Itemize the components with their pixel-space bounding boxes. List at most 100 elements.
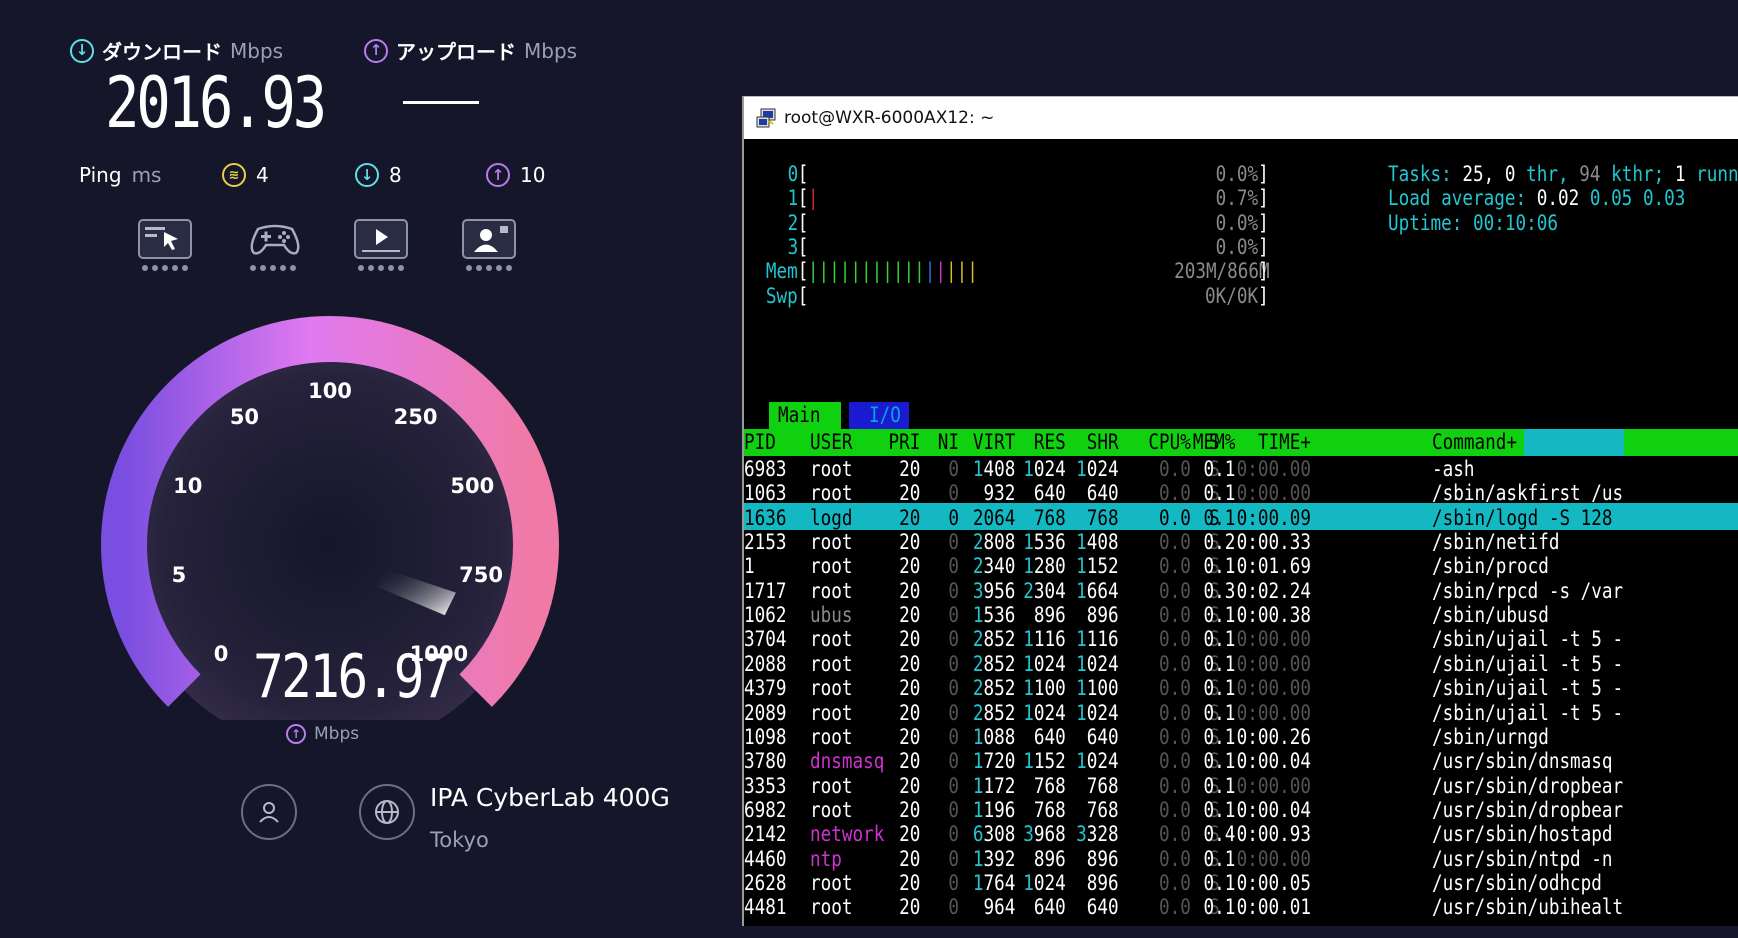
ping-down-value: 8 <box>389 163 402 187</box>
table-row[interactable]: 1063 root 20 0 932 640 640 S 0.0 0.1 0:00.00/sbin/… <box>744 480 1738 507</box>
cell-time: 0:00.00 <box>1236 773 1311 798</box>
web-browsing-icon[interactable] <box>138 219 196 271</box>
ping-up-value: 10 <box>520 163 546 187</box>
cell-cmd: /usr/sbin/ntpd -n <box>1432 846 1613 871</box>
user-button[interactable] <box>241 784 297 840</box>
tab-io[interactable]: I/O <box>869 402 901 429</box>
table-row[interactable]: 1062 ubus 20 0 1536 896 896 S 0.0 0.1 0:00.38/sbin… <box>744 602 1738 629</box>
cell-time: 0:00.04 <box>1236 797 1311 822</box>
uptime: Uptime: 00:10:06 <box>1388 210 1558 237</box>
gauge-speed-value: 7216.97 <box>253 642 453 712</box>
gauge-label: 5 <box>172 563 187 587</box>
download-latency-icon: ↓ <box>355 163 379 187</box>
cell-cmd: /sbin/ujail -t 5 - <box>1432 627 1624 652</box>
table-row[interactable]: 1098 root 20 0 1088 640 640 S 0.0 0.1 0:00.26/sbin… <box>744 724 1738 751</box>
upload-header: ↑ アップロード Mbps <box>364 36 577 65</box>
table-row[interactable]: 3704 root 20 0 2852 1116 1116 S 0.0 0.1 0:00.00/sb… <box>744 626 1738 653</box>
cell-time: 0:00.01 <box>1236 895 1311 920</box>
table-row[interactable]: 4379 root 20 0 2852 1100 1100 S 0.0 0.1 0:00.00/sb… <box>744 675 1738 702</box>
cell-cmd: /sbin/urngd <box>1432 724 1549 749</box>
video-call-icon[interactable] <box>462 219 520 271</box>
table-row[interactable]: 2628 root 20 0 1764 1024 896 S 0.0 0.1 0:00.05/usr… <box>744 870 1738 897</box>
cell-time: 0:02.24 <box>1236 578 1311 603</box>
cell-cmd: /sbin/ubusd <box>1432 603 1549 628</box>
terminal-window[interactable]: root@WXR-6000AX12: ~ 0[0.0%] 1[| 0.7%] 2[0.… <box>742 96 1738 926</box>
upload-arrow-icon: ↑ <box>364 38 388 63</box>
swap-value: 0K/0K <box>1204 284 1259 308</box>
cell-time: 0:00.00 <box>1236 627 1311 652</box>
cell-cmd: /usr/sbin/ubihealt <box>1432 895 1624 920</box>
download-label: ダウンロード <box>102 40 222 64</box>
cell-time: 0:00.33 <box>1236 530 1311 555</box>
cell-cmd: /usr/sbin/dropbear <box>1432 797 1624 822</box>
tab-main[interactable]: Main <box>778 402 820 429</box>
cell-time: 0:00.04 <box>1236 749 1311 774</box>
mem-bars: |||||||||||||||| <box>807 259 978 283</box>
video-icon[interactable] <box>354 219 412 271</box>
gauge-label: 50 <box>230 405 259 429</box>
header-time[interactable]: TIME+ <box>744 429 1311 456</box>
cell-time: 0:00.09 <box>1236 505 1311 530</box>
cell-time: 0:00.00 <box>1236 700 1311 725</box>
table-row[interactable]: 2153 root 20 0 2808 1536 1408 S 0.0 0.2 0:00.33/sb… <box>744 529 1738 556</box>
table-row[interactable]: 2142 network 20 0 6308 3968 3328 S 0.0 0.4 0:00.93… <box>744 821 1738 848</box>
table-row[interactable]: 3780 dnsmasq 20 0 1720 1152 1024 S 0.0 0.1 0:00.04… <box>744 748 1738 775</box>
gauge-upload-icon: ↑ <box>286 724 306 744</box>
server-button[interactable] <box>359 784 415 840</box>
cell-cmd: /sbin/ujail -t 5 - <box>1432 676 1624 701</box>
table-row[interactable]: 1 root 20 0 2340 1280 1152 S 0.0 0.1 0:01.69/sbin/… <box>744 553 1738 580</box>
kthr-label: kthr; <box>1611 162 1665 186</box>
table-row[interactable]: 4481 root 20 0 964 640 640 S 0.0 0.1 0:00.01/usr/s… <box>744 894 1738 921</box>
ping-idle-value: 4 <box>256 163 269 187</box>
cpu-number: 1 <box>787 186 799 210</box>
cpu-percent: 0.0% <box>1215 235 1259 259</box>
header-cmd[interactable]: Command+ <box>1432 429 1517 456</box>
uptime-value: 00:10:06 <box>1472 211 1558 235</box>
ping-row: Ping ms <box>79 163 161 187</box>
load-1: 0.02 <box>1536 186 1580 210</box>
globe-icon <box>375 800 399 824</box>
table-row[interactable]: 2089 root 20 0 2852 1024 1024 S 0.0 0.1 0:00.00/sb… <box>744 700 1738 727</box>
cell-time: 0:00.05 <box>1236 870 1311 895</box>
putty-icon <box>756 107 778 129</box>
terminal-titlebar[interactable]: root@WXR-6000AX12: ~ <box>744 96 1738 139</box>
thr-label: thr, <box>1526 162 1569 186</box>
tasks-info: Tasks: 25, 0 thr, 94 kthr; 1 runn <box>1388 162 1738 186</box>
idle-latency-icon: ≋ <box>222 163 246 187</box>
cell-cmd: /usr/sbin/dropbear <box>1432 773 1624 798</box>
cell-cmd: /sbin/netifd <box>1432 530 1560 555</box>
gaming-icon[interactable] <box>246 219 304 271</box>
user-icon <box>259 802 279 823</box>
running-label: runn <box>1696 162 1738 186</box>
table-row[interactable]: 3353 root 20 0 1172 768 768 S 0.0 0.1 0:00.00/usr/… <box>744 773 1738 800</box>
running-count: 1 <box>1674 162 1686 186</box>
load-15: 0.03 <box>1642 186 1686 210</box>
cell-cmd: /sbin/ujail -t 5 - <box>1432 651 1624 676</box>
table-row[interactable]: 1636 logd 20 0 2064 768 768 S 0.0 0.1 0:00.09/sbin… <box>744 505 1738 532</box>
terminal-title: root@WXR-6000AX12: ~ <box>784 108 995 128</box>
table-row[interactable]: 2088 root 20 0 2852 1024 1024 S 0.0 0.1 0:00.00/sb… <box>744 651 1738 678</box>
server-name[interactable]: IPA CyberLab 400G <box>430 783 670 812</box>
cpu-percent: 0.0% <box>1215 162 1259 186</box>
thr-count: 0 <box>1504 162 1516 186</box>
table-row[interactable]: 6982 root 20 0 1196 768 768 S 0.0 0.1 0:00.04/usr/… <box>744 797 1738 824</box>
ping-download: ↓ 8 <box>355 163 402 187</box>
cell-time: 0:00.00 <box>1236 846 1311 871</box>
download-value: 2016.93 <box>105 62 327 144</box>
mem-value: 203M/866M <box>1174 259 1270 283</box>
process-table-header: PID USER PRI NI VIRT RES SHR S CPU% MEM% TIME+ Comm… <box>744 429 1738 456</box>
upload-unit: Mbps <box>524 38 578 63</box>
cell-cmd: /sbin/logd -S 128 <box>1432 505 1613 530</box>
table-row[interactable]: 4460 ntp 20 0 1392 896 896 S 0.0 0.1 0:00.00/usr/s… <box>744 846 1738 873</box>
htop-screen: 0[0.0%] 1[| 0.7%] 2[0.0%] 3[0.0%] Mem[|||||||… <box>744 138 1738 938</box>
cell-cmd: /usr/sbin/hostapd <box>1432 822 1613 847</box>
cell-time: 0:00.93 <box>1236 822 1311 847</box>
table-row[interactable]: 1717 root 20 0 3956 2304 1664 S 0.0 0.3 0:02.24/sb… <box>744 578 1738 605</box>
gauge-label: 250 <box>394 405 438 429</box>
table-row[interactable]: 6983 root 20 0 1408 1024 1024 S 0.0 0.1 0:00.00 -as… <box>744 456 1738 483</box>
ping-unit: ms <box>131 163 162 187</box>
download-arrow-icon: ↓ <box>70 38 94 63</box>
server-location: Tokyo <box>430 828 489 852</box>
cell-cmd: -ash <box>1432 457 1475 481</box>
upload-label: アップロード <box>396 40 516 64</box>
